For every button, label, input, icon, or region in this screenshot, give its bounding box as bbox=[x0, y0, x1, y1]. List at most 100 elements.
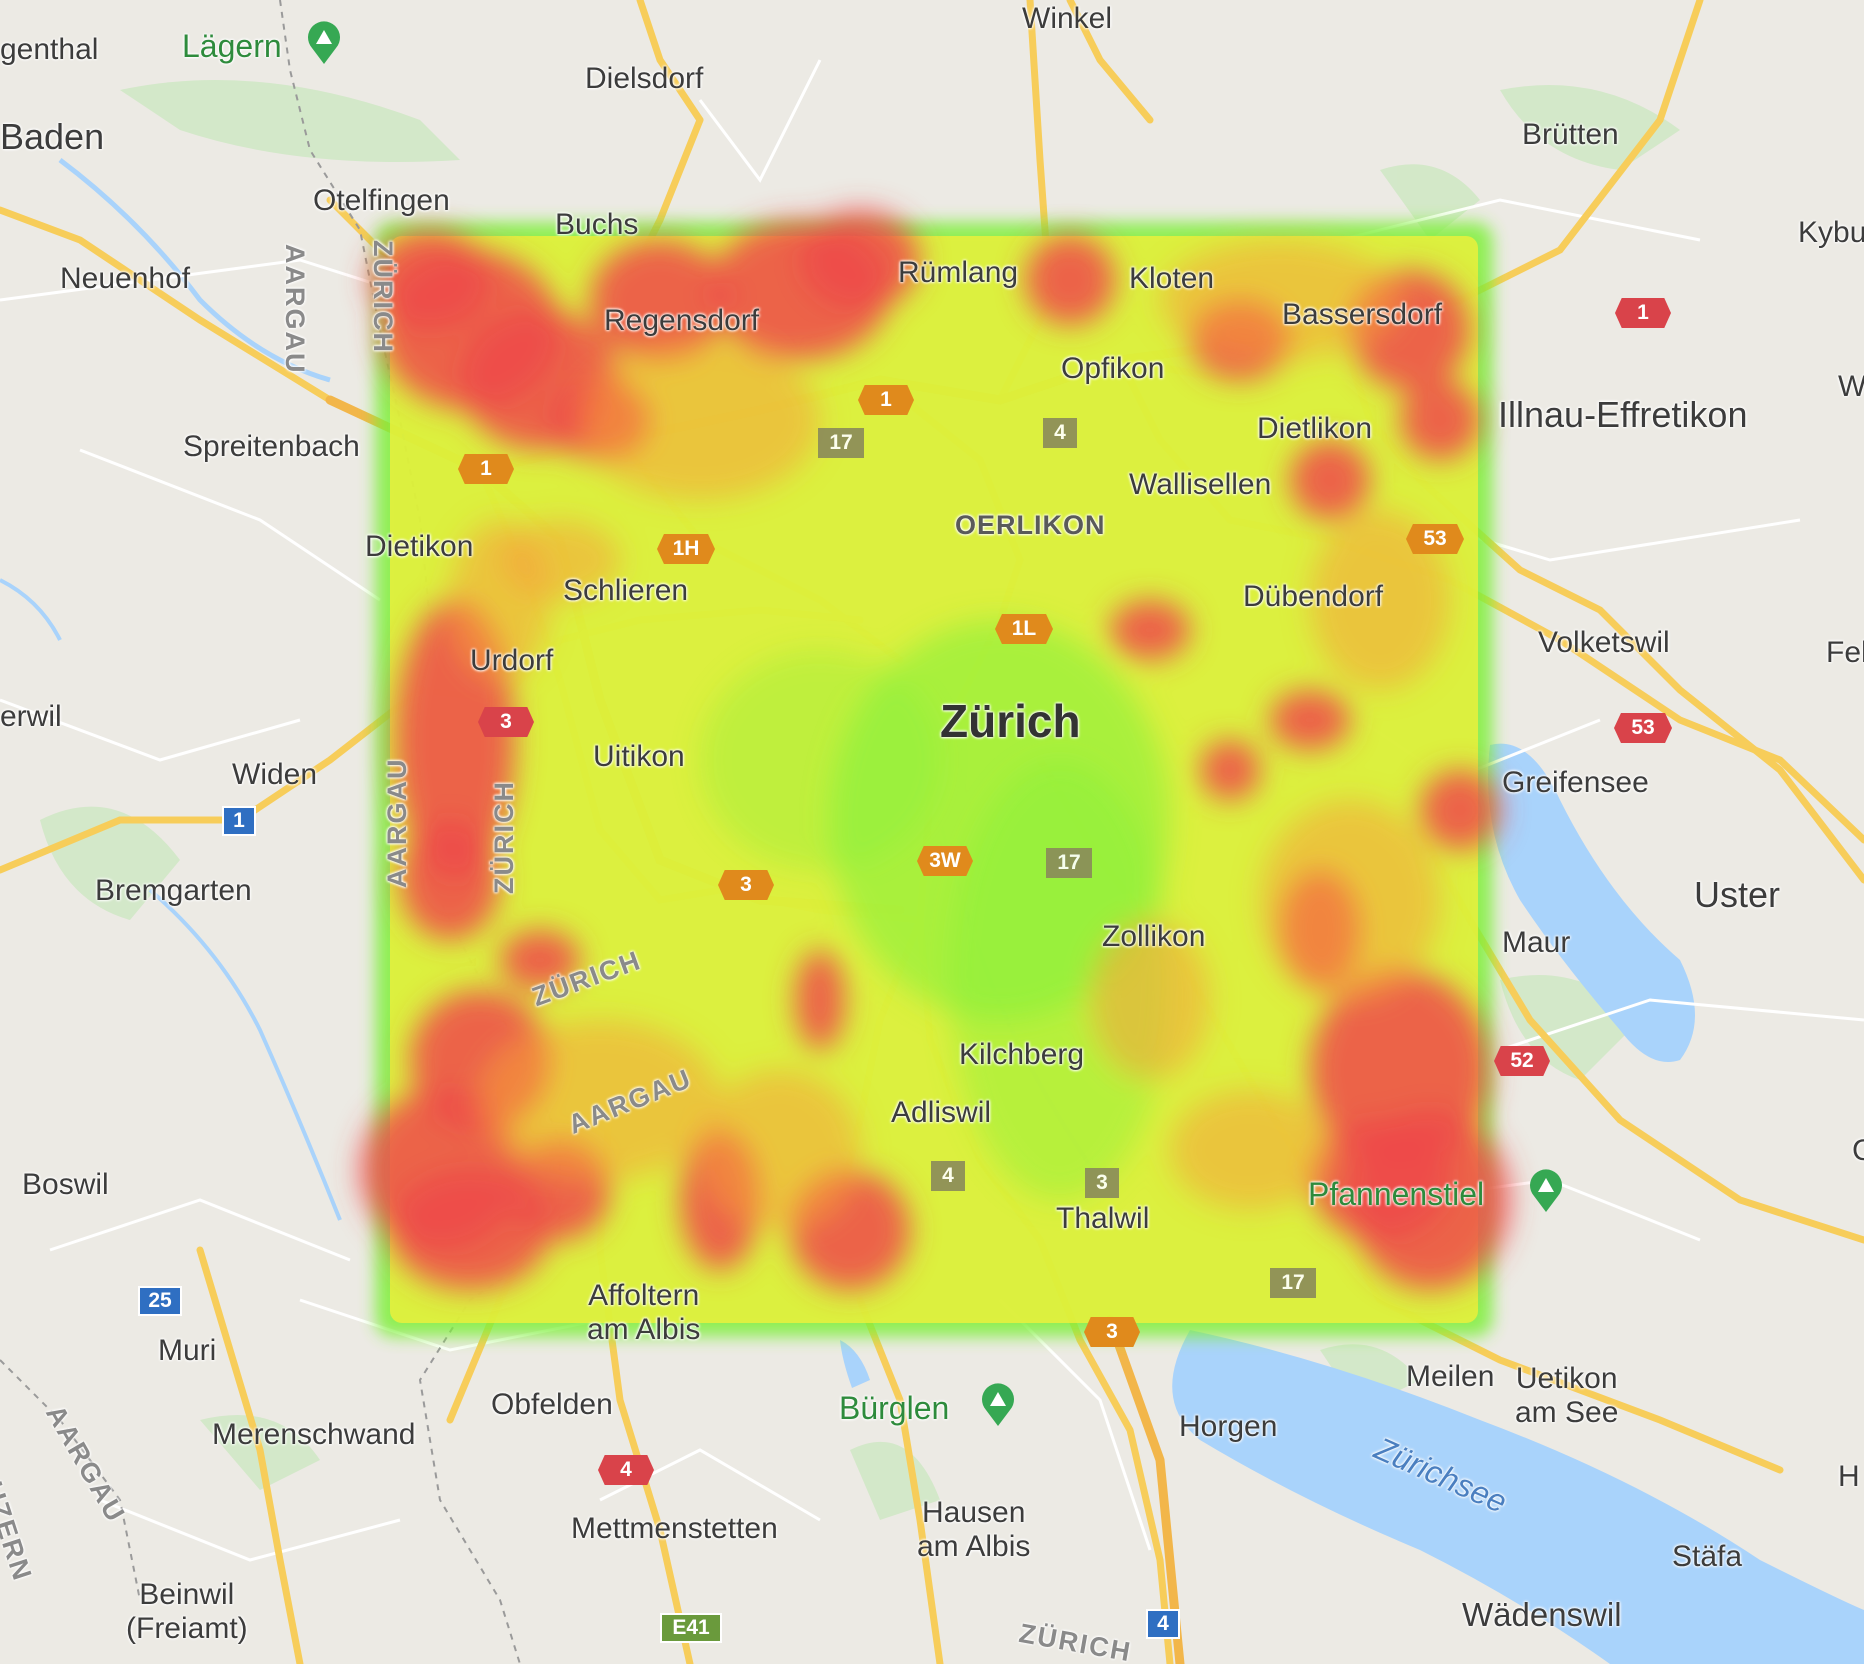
label-kybu: Kybu bbox=[1798, 216, 1864, 249]
label-c-edge: C bbox=[1852, 1134, 1864, 1167]
label-erwil: erwil bbox=[0, 700, 62, 733]
heat-blob bbox=[700, 650, 940, 870]
heat-blob bbox=[1400, 380, 1480, 460]
road-shield-17: 17 bbox=[818, 428, 864, 458]
label-dielsdorf: Dielsdorf bbox=[585, 62, 704, 95]
label-beinwil: Beinwil (Freiamt) bbox=[126, 1578, 248, 1646]
peak-icon bbox=[308, 21, 340, 64]
label-horgen: Horgen bbox=[1179, 1410, 1278, 1443]
label-duebendorf: Dübendorf bbox=[1243, 580, 1384, 613]
label-winkel: Winkel bbox=[1022, 2, 1113, 35]
label-hausen: Hausen am Albis bbox=[917, 1496, 1030, 1564]
label-ruemlang: Rümlang bbox=[898, 256, 1019, 289]
road-shield-4: 4 bbox=[1043, 418, 1077, 448]
heat-blob bbox=[795, 950, 845, 1050]
road-shield-3: 3 bbox=[1084, 1317, 1140, 1347]
label-hausen-line2: am Albis bbox=[917, 1530, 1031, 1563]
label-affoltern-line1: Affoltern bbox=[588, 1279, 700, 1312]
label-uetikon: Uetikon am See bbox=[1515, 1362, 1618, 1430]
road-shield-a1: 1 bbox=[1615, 298, 1671, 328]
label-bremgarten: Bremgarten bbox=[95, 874, 252, 907]
label-uster: Uster bbox=[1694, 874, 1781, 915]
label-genthal: genthal bbox=[0, 33, 99, 66]
label-neuenhof: Neuenhof bbox=[60, 262, 191, 295]
canton-label-zuerich: ZÜRICH bbox=[368, 240, 398, 354]
label-muri: Muri bbox=[158, 1334, 217, 1367]
label-staefa: Stäfa bbox=[1672, 1540, 1743, 1573]
road-shield-3: 3 bbox=[718, 870, 774, 900]
label-wallisellen: Wallisellen bbox=[1129, 468, 1272, 501]
road-shield-3: 3 bbox=[478, 707, 534, 737]
label-greifensee: Greifensee bbox=[1502, 766, 1649, 799]
label-oerlikon: OERLIKON bbox=[955, 510, 1106, 540]
label-merenschwand: Merenschwand bbox=[212, 1418, 416, 1451]
heat-blob bbox=[1260, 800, 1440, 1000]
map-view[interactable]: genthal Lägern Dielsdorf Winkel Baden Br… bbox=[0, 0, 1864, 1664]
label-kilchberg: Kilchberg bbox=[959, 1038, 1085, 1071]
heat-blob bbox=[1170, 1090, 1330, 1210]
label-urdorf: Urdorf bbox=[470, 644, 554, 677]
heat-blob bbox=[580, 340, 820, 500]
label-bassersdorf: Bassersdorf bbox=[1282, 298, 1443, 331]
heat-blob bbox=[1110, 600, 1190, 660]
road-shield-3w: 3W bbox=[917, 846, 973, 876]
road-shield-4: 4 bbox=[931, 1161, 965, 1191]
label-maur: Maur bbox=[1502, 926, 1571, 959]
road-shield-4: 4 bbox=[598, 1455, 654, 1485]
road-shield-52: 52 bbox=[1494, 1046, 1550, 1076]
heat-blob bbox=[700, 1070, 860, 1230]
label-w-edge: W bbox=[1838, 370, 1864, 403]
label-feh: Feh bbox=[1826, 636, 1864, 669]
label-volketswil: Volketswil bbox=[1538, 626, 1670, 659]
heat-blob bbox=[1200, 740, 1260, 800]
label-schlieren: Schlieren bbox=[563, 574, 689, 607]
label-affoltern: Affoltern am Albis bbox=[587, 1279, 700, 1347]
label-beinwil-line1: Beinwil bbox=[139, 1578, 235, 1611]
road-shield-17: 17 bbox=[1046, 848, 1092, 878]
peak-icon bbox=[982, 1383, 1014, 1426]
label-obfelden: Obfelden bbox=[491, 1388, 613, 1421]
road-shield-a1: 1 bbox=[458, 454, 514, 484]
label-dietikon: Dietikon bbox=[365, 530, 474, 563]
label-laegern: Lägern bbox=[182, 28, 282, 64]
label-zollikon: Zollikon bbox=[1102, 920, 1206, 953]
label-dietlikon: Dietlikon bbox=[1257, 412, 1373, 445]
label-mettmenstetten: Mettmenstetten bbox=[571, 1512, 778, 1545]
road-shield-17: 17 bbox=[1270, 1268, 1316, 1298]
label-buerglen: Bürglen bbox=[839, 1390, 950, 1426]
label-buchs: Buchs bbox=[555, 208, 639, 241]
road-shield-1: 1 bbox=[222, 806, 256, 836]
canton-label-aargau: AARGAU bbox=[382, 757, 412, 889]
label-widen: Widen bbox=[232, 758, 318, 791]
canton-label-zuerich: ZÜRICH bbox=[489, 780, 519, 894]
road-shield-1l: 1L bbox=[995, 614, 1053, 644]
road-shield-4: 4 bbox=[1146, 1609, 1180, 1639]
label-h-edge: H bbox=[1838, 1460, 1860, 1493]
label-zuerich: Zürich bbox=[940, 695, 1081, 747]
label-beinwil-line2: (Freiamt) bbox=[126, 1612, 248, 1645]
label-adliswil: Adliswil bbox=[891, 1096, 992, 1129]
road-shield-3: 3 bbox=[1085, 1168, 1119, 1198]
road-shield-53: 53 bbox=[1406, 524, 1464, 554]
peak-icon bbox=[1530, 1169, 1562, 1212]
heat-blob bbox=[1270, 690, 1350, 750]
label-affoltern-line2: am Albis bbox=[587, 1313, 701, 1346]
canton-label-aargau: AARGAU bbox=[280, 244, 310, 375]
label-uetikon-line1: Uetikon bbox=[1515, 1362, 1618, 1395]
heat-blob bbox=[1025, 235, 1115, 325]
heat-blob bbox=[1420, 770, 1500, 850]
label-baden: Baden bbox=[0, 116, 105, 157]
heat-blob bbox=[1290, 440, 1370, 520]
label-spreitenbach: Spreitenbach bbox=[183, 430, 360, 463]
label-pfannenstiel: Pfannenstiel bbox=[1308, 1176, 1485, 1212]
road-shield-1h: 1H bbox=[657, 534, 715, 564]
road-shield-25: 25 bbox=[138, 1286, 182, 1316]
label-uitikon: Uitikon bbox=[593, 740, 685, 773]
label-regensdorf: Regensdorf bbox=[604, 304, 760, 337]
label-illnau-effretikon: Illnau-Effretikon bbox=[1498, 394, 1748, 435]
label-thalwil: Thalwil bbox=[1056, 1202, 1150, 1235]
label-uetikon-line2: am See bbox=[1515, 1396, 1619, 1429]
heat-blob bbox=[400, 820, 500, 940]
road-shield-a1: 1 bbox=[858, 385, 914, 415]
label-waedenswil: Wädenswil bbox=[1462, 1596, 1622, 1633]
